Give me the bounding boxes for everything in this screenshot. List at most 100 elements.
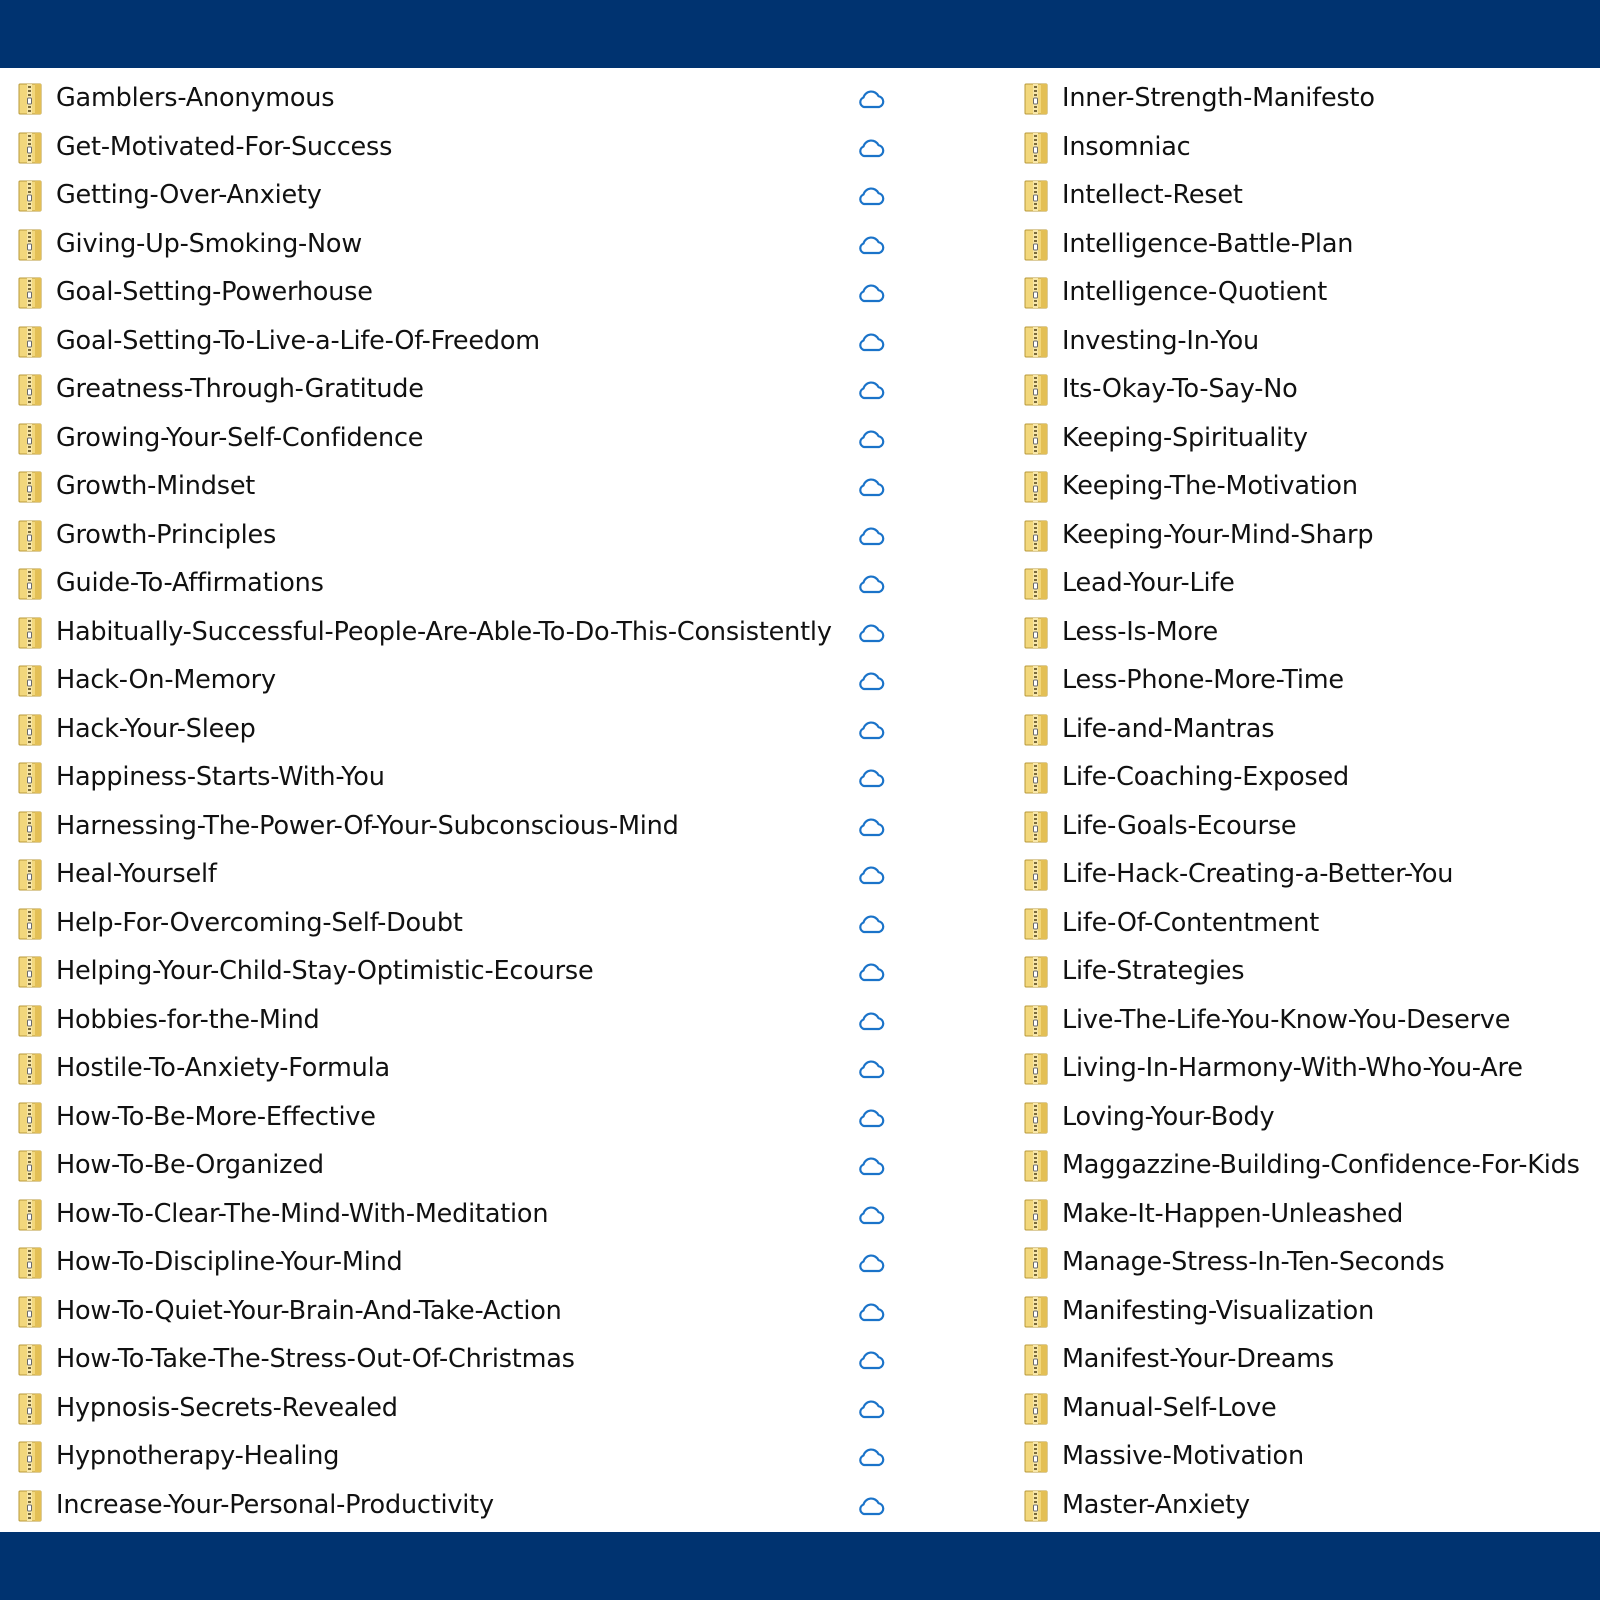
cloud-icon bbox=[856, 718, 886, 742]
file-row[interactable]: How-To-Take-The-Stress-Out-Of-Christmas bbox=[16, 1329, 906, 1378]
file-row[interactable]: Getting-Over-Anxiety bbox=[16, 165, 906, 214]
file-name: Greatness-Through-Gratitude bbox=[56, 374, 424, 404]
file-row[interactable]: Intelligence-Quotient bbox=[1022, 262, 1600, 311]
cloud-icon bbox=[856, 863, 886, 887]
zip-folder-icon bbox=[1024, 277, 1050, 309]
file-name: Happiness-Starts-With-You bbox=[56, 762, 385, 792]
file-row[interactable]: Greatness-Through-Gratitude bbox=[16, 359, 906, 408]
zip-folder-icon bbox=[18, 1344, 44, 1376]
file-name: Getting-Over-Anxiety bbox=[56, 180, 322, 210]
file-row[interactable]: How-To-Quiet-Your-Brain-And-Take-Action bbox=[16, 1281, 906, 1330]
file-row[interactable]: Manual-Self-Love bbox=[1022, 1378, 1600, 1427]
file-name: Manifesting-Visualization bbox=[1062, 1295, 1375, 1326]
cloud-icon bbox=[856, 669, 886, 693]
zip-folder-icon bbox=[18, 180, 44, 212]
file-row[interactable]: Investing-In-You bbox=[1022, 311, 1600, 360]
file-row[interactable]: Hypnosis-Secrets-Revealed bbox=[16, 1378, 906, 1427]
file-row[interactable]: Gamblers-Anonymous bbox=[16, 68, 906, 117]
file-row[interactable]: Make-It-Happen-Unleashed bbox=[1022, 1184, 1600, 1233]
file-row[interactable]: Hack-Your-Sleep bbox=[16, 699, 906, 748]
file-name: Heal-Yourself bbox=[56, 859, 217, 889]
cloud-icon bbox=[856, 1203, 886, 1227]
file-row[interactable]: Life-Strategies bbox=[1022, 941, 1600, 990]
file-row[interactable]: Harnessing-The-Power-Of-Your-Subconsciou… bbox=[16, 796, 906, 845]
file-row[interactable]: Maggazzine-Building-Confidence-For-Kids bbox=[1022, 1135, 1600, 1184]
cloud-icon bbox=[856, 378, 886, 402]
file-name: How-To-Be-More-Effective bbox=[56, 1101, 376, 1132]
file-name: Intelligence-Battle-Plan bbox=[1062, 228, 1354, 259]
zip-folder-icon bbox=[1024, 1393, 1050, 1425]
file-row[interactable]: Less-Phone-More-Time bbox=[1022, 650, 1600, 699]
file-row[interactable]: Keeping-Spirituality bbox=[1022, 408, 1600, 457]
file-row[interactable]: Helping-Your-Child-Stay-Optimistic-Ecour… bbox=[16, 941, 906, 990]
file-row[interactable]: Habitually-Successful-People-Are-Able-To… bbox=[16, 602, 906, 651]
file-row[interactable]: Massive-Motivation bbox=[1022, 1426, 1600, 1475]
file-row[interactable]: Growth-Principles bbox=[16, 505, 906, 554]
file-row[interactable]: Life-and-Mantras bbox=[1022, 699, 1600, 748]
file-name: Hack-Your-Sleep bbox=[56, 713, 256, 744]
file-name: Loving-Your-Body bbox=[1062, 1101, 1275, 1132]
file-name: Intelligence-Quotient bbox=[1062, 277, 1328, 307]
zip-folder-icon bbox=[18, 1005, 44, 1037]
zip-folder-icon bbox=[1024, 956, 1050, 988]
file-row[interactable]: Intellect-Reset bbox=[1022, 165, 1600, 214]
file-row[interactable]: Live-The-Life-You-Know-You-Deserve bbox=[1022, 990, 1600, 1039]
file-name: How-To-Be-Organized bbox=[56, 1150, 324, 1180]
file-row[interactable]: Hostile-To-Anxiety-Formula bbox=[16, 1038, 906, 1087]
zip-folder-icon bbox=[18, 1247, 44, 1279]
file-row[interactable]: Hobbies-for-the-Mind bbox=[16, 990, 906, 1039]
file-row[interactable]: Increase-Your-Personal-Productivity bbox=[16, 1475, 906, 1524]
file-name: How-To-Discipline-Your-Mind bbox=[56, 1247, 403, 1277]
file-row[interactable]: Goal-Setting-Powerhouse bbox=[16, 262, 906, 311]
file-row[interactable]: Inner-Strength-Manifesto bbox=[1022, 68, 1600, 117]
file-row[interactable]: Life-Hack-Creating-a-Better-You bbox=[1022, 844, 1600, 893]
zip-folder-icon bbox=[18, 762, 44, 794]
file-row[interactable]: Happiness-Starts-With-You bbox=[16, 747, 906, 796]
cloud-icon bbox=[856, 1009, 886, 1033]
file-row[interactable]: Giving-Up-Smoking-Now bbox=[16, 214, 906, 263]
file-row[interactable]: Life-Of-Contentment bbox=[1022, 893, 1600, 942]
file-row[interactable]: How-To-Be-More-Effective bbox=[16, 1087, 906, 1136]
file-row[interactable]: Keeping-Your-Mind-Sharp bbox=[1022, 505, 1600, 554]
file-name: Hobbies-for-the-Mind bbox=[56, 1004, 320, 1035]
file-row[interactable]: Manifesting-Visualization bbox=[1022, 1281, 1600, 1330]
file-row[interactable]: Living-In-Harmony-With-Who-You-Are bbox=[1022, 1038, 1600, 1087]
file-row[interactable]: How-To-Discipline-Your-Mind bbox=[16, 1232, 906, 1281]
file-row[interactable]: Keeping-The-Motivation bbox=[1022, 456, 1600, 505]
file-row[interactable]: Intelligence-Battle-Plan bbox=[1022, 214, 1600, 263]
file-row[interactable]: Get-Motivated-For-Success bbox=[16, 117, 906, 166]
file-row[interactable]: Heal-Yourself bbox=[16, 844, 906, 893]
file-row[interactable]: Hypnotherapy-Healing bbox=[16, 1426, 906, 1475]
zip-folder-icon bbox=[1024, 1296, 1050, 1328]
zip-folder-icon bbox=[1024, 229, 1050, 261]
zip-folder-icon bbox=[1024, 1344, 1050, 1376]
file-row[interactable]: Goal-Setting-To-Live-a-Life-Of-Freedom bbox=[16, 311, 906, 360]
file-name: Master-Anxiety bbox=[1062, 1489, 1250, 1520]
file-row[interactable]: How-To-Clear-The-Mind-With-Meditation bbox=[16, 1184, 906, 1233]
file-row[interactable]: Less-Is-More bbox=[1022, 602, 1600, 651]
cloud-icon bbox=[856, 136, 886, 160]
zip-folder-icon bbox=[1024, 1441, 1050, 1473]
zip-folder-icon bbox=[1024, 374, 1050, 406]
file-row[interactable]: Manifest-Your-Dreams bbox=[1022, 1329, 1600, 1378]
file-row[interactable]: Help-For-Overcoming-Self-Doubt bbox=[16, 893, 906, 942]
cloud-icon bbox=[856, 87, 886, 111]
file-row[interactable]: Guide-To-Affirmations bbox=[16, 553, 906, 602]
file-row[interactable]: Lead-Your-Life bbox=[1022, 553, 1600, 602]
file-row[interactable]: Life-Coaching-Exposed bbox=[1022, 747, 1600, 796]
file-row[interactable]: Loving-Your-Body bbox=[1022, 1087, 1600, 1136]
file-row[interactable]: Growing-Your-Self-Confidence bbox=[16, 408, 906, 457]
file-row[interactable]: Master-Anxiety bbox=[1022, 1475, 1600, 1524]
file-row[interactable]: How-To-Be-Organized bbox=[16, 1135, 906, 1184]
zip-folder-icon bbox=[1024, 811, 1050, 843]
file-list-left-column: Gamblers-Anonymous Get-Motivated-For-Suc… bbox=[16, 68, 906, 1523]
zip-folder-icon bbox=[18, 1199, 44, 1231]
file-row[interactable]: Growth-Mindset bbox=[16, 456, 906, 505]
file-row[interactable]: Insomniac bbox=[1022, 117, 1600, 166]
cloud-icon bbox=[856, 1397, 886, 1421]
file-row[interactable]: Life-Goals-Ecourse bbox=[1022, 796, 1600, 845]
file-row[interactable]: Hack-On-Memory bbox=[16, 650, 906, 699]
file-row[interactable]: Manage-Stress-In-Ten-Seconds bbox=[1022, 1232, 1600, 1281]
zip-folder-icon bbox=[1024, 1053, 1050, 1085]
file-row[interactable]: Its-Okay-To-Say-No bbox=[1022, 359, 1600, 408]
